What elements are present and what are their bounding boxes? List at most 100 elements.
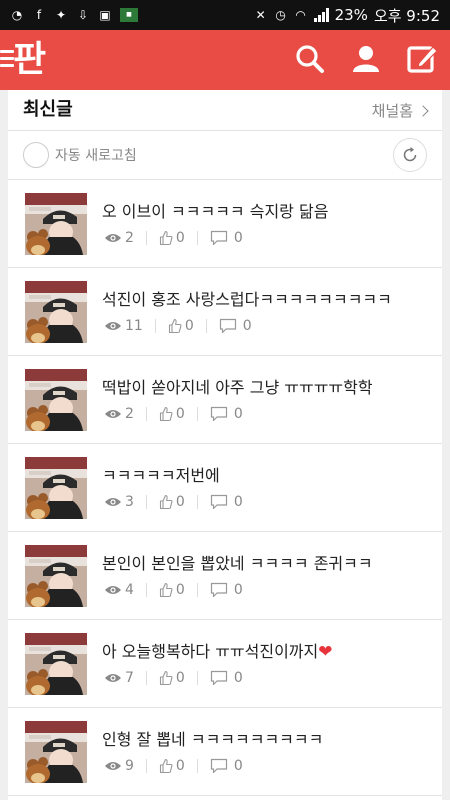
post-title: 본인이 본인을 뽑았네 ㅋㅋㅋㅋ 존귀ㅋㅋ❤ xyxy=(102,550,373,574)
view-count-value: 2 xyxy=(125,230,134,246)
view-count: 2 xyxy=(104,230,134,246)
divider xyxy=(145,759,147,773)
app-bar: 판 xyxy=(0,30,450,90)
view-count-value: 4 xyxy=(125,582,134,598)
like-count-value: 0 xyxy=(175,758,185,774)
divider xyxy=(145,495,147,509)
comment-count-value: 0 xyxy=(233,406,243,422)
post-item[interactable]: 떡밥이 쏟아지네 아주 그냥 ㅠㅠㅠㅠ학학❤ 2 0 xyxy=(8,356,442,444)
view-count-value: 7 xyxy=(125,670,134,686)
post-title-text: 석진이 홍조 사랑스럽다ㅋㅋㅋㅋㅋㅋㅋㅋㅋ xyxy=(102,290,392,309)
view-count-value: 11 xyxy=(125,318,143,334)
post-title: ㅋㅋㅋㅋㅋ저번에❤ xyxy=(102,462,220,486)
channel-home-label: 채널홈 xyxy=(371,101,413,120)
comment-icon xyxy=(210,230,227,246)
post-thumbnail xyxy=(25,369,87,431)
view-count-value: 2 xyxy=(125,406,134,422)
like-count-value: 0 xyxy=(175,670,185,686)
divider xyxy=(154,319,156,333)
like-count-value: 0 xyxy=(175,494,185,510)
wifi-icon: ◠ xyxy=(295,8,306,22)
post-title: 떡밥이 쏟아지네 아주 그냥 ㅠㅠㅠㅠ학학❤ xyxy=(102,374,373,398)
divider xyxy=(196,231,198,245)
image-icon: ▣ xyxy=(99,8,111,22)
comment-count-value: 0 xyxy=(242,318,252,334)
view-count: 4 xyxy=(104,582,134,598)
like-count-value: 0 xyxy=(175,406,185,422)
logo[interactable]: 판 xyxy=(13,38,46,82)
refresh-icon xyxy=(403,147,417,162)
channel-home-link[interactable]: 채널홈 xyxy=(371,100,429,121)
thumbs-up-icon xyxy=(168,318,182,334)
eye-icon xyxy=(105,674,121,682)
comment-count: 0 xyxy=(219,318,252,334)
divider xyxy=(196,495,198,509)
alarm-icon: ◷ xyxy=(275,8,286,22)
comment-icon xyxy=(210,494,227,510)
like-count: 0 xyxy=(159,494,185,510)
post-stats: 7 0 0 xyxy=(104,670,243,686)
post-stats: 11 0 0 xyxy=(104,318,252,334)
thumbs-up-icon xyxy=(159,494,173,510)
post-title-text: 본인이 본인을 뽑았네 ㅋㅋㅋㅋ 존귀ㅋㅋ xyxy=(102,554,373,573)
refresh-button[interactable] xyxy=(393,138,427,172)
facebook-icon: f xyxy=(36,8,42,22)
comment-count-value: 0 xyxy=(233,670,243,686)
comment-count-value: 0 xyxy=(233,494,243,510)
mute-icon: ✕ xyxy=(255,8,266,22)
comment-icon xyxy=(210,758,227,774)
like-count-value: 0 xyxy=(175,582,185,598)
view-count: 11 xyxy=(104,318,143,334)
auto-refresh-label: 자동 새로고침 xyxy=(55,148,137,164)
like-count: 0 xyxy=(159,670,185,686)
twitter-icon: ✦ xyxy=(55,8,67,22)
post-title-text: 떡밥이 쏟아지네 아주 그냥 ㅠㅠㅠㅠ학학 xyxy=(102,378,373,397)
post-item[interactable]: ㅋㅋㅋㅋㅋ저번에❤ 3 0 xyxy=(8,444,442,532)
thumbs-up-icon xyxy=(159,582,173,598)
view-count: 7 xyxy=(104,670,134,686)
comment-count-value: 0 xyxy=(233,230,243,246)
battery-level: 23% xyxy=(334,6,368,24)
divider xyxy=(145,407,147,421)
post-thumbnail xyxy=(25,633,87,695)
post-title: 석진이 홍조 사랑스럽다ㅋㅋㅋㅋㅋㅋㅋㅋㅋ❤ xyxy=(102,286,392,310)
comment-icon xyxy=(219,318,236,334)
write-icon[interactable] xyxy=(406,43,438,75)
post-item[interactable]: 본인이 본인을 뽑았네 ㅋㅋㅋㅋ 존귀ㅋㅋ❤ 4 0 xyxy=(8,532,442,620)
post-item[interactable]: 오 이브이 ㅋㅋㅋㅋㅋ 슥지랑 닮음❤ 2 0 xyxy=(8,180,442,268)
post-list: 오 이브이 ㅋㅋㅋㅋㅋ 슥지랑 닮음❤ 2 0 xyxy=(8,180,442,796)
user-icon[interactable] xyxy=(350,43,382,75)
eye-icon xyxy=(105,322,121,330)
divider xyxy=(196,583,198,597)
divider xyxy=(145,231,147,245)
comment-count: 0 xyxy=(210,494,243,510)
comment-count: 0 xyxy=(210,670,243,686)
post-title: 아 오늘행복하다 ㅠㅠ석진이까지❤ xyxy=(102,638,333,662)
like-count: 0 xyxy=(159,758,185,774)
heart-icon: ❤ xyxy=(318,642,333,662)
view-count: 2 xyxy=(104,406,134,422)
post-item[interactable]: 인형 잘 뽑네 ㅋㅋㅋㅋㅋㅋㅋㅋㅋ❤ 9 0 xyxy=(8,708,442,796)
post-stats: 2 0 0 xyxy=(104,230,243,246)
comment-count: 0 xyxy=(210,406,243,422)
eye-icon xyxy=(105,762,121,770)
eye-icon xyxy=(105,498,121,506)
main-content: 최신글 채널홈 자동 새로고침 오 이브이 ㅋㅋㅋㅋㅋ 슥지랑 닮음 2 0 0… xyxy=(8,90,442,800)
clock: 오후 9:52 xyxy=(373,6,440,25)
eye-icon xyxy=(105,234,121,242)
app-badge-icon: ■ xyxy=(120,8,138,22)
post-stats: 2 0 0 xyxy=(104,406,243,422)
thumbs-up-icon xyxy=(159,230,173,246)
comment-count: 0 xyxy=(210,230,243,246)
post-stats: 9 0 0 xyxy=(104,758,243,774)
search-icon[interactable] xyxy=(294,43,326,75)
auto-refresh-toggle[interactable] xyxy=(23,142,49,168)
comment-icon xyxy=(210,670,227,686)
section-header: 최신글 채널홈 xyxy=(8,90,442,130)
post-item[interactable]: 아 오늘행복하다 ㅠㅠ석진이까지❤ 7 0 0 xyxy=(8,620,442,708)
menu-icon[interactable] xyxy=(0,50,14,68)
app-notification-icon: ◔ xyxy=(11,8,23,22)
post-title-text: 오 이브이 ㅋㅋㅋㅋㅋ 슥지랑 닮음 xyxy=(102,202,329,221)
post-title: 오 이브이 ㅋㅋㅋㅋㅋ 슥지랑 닮음❤ xyxy=(102,198,328,222)
post-item[interactable]: 석진이 홍조 사랑스럽다ㅋㅋㅋㅋㅋㅋㅋㅋㅋ❤ 11 0 xyxy=(8,268,442,356)
